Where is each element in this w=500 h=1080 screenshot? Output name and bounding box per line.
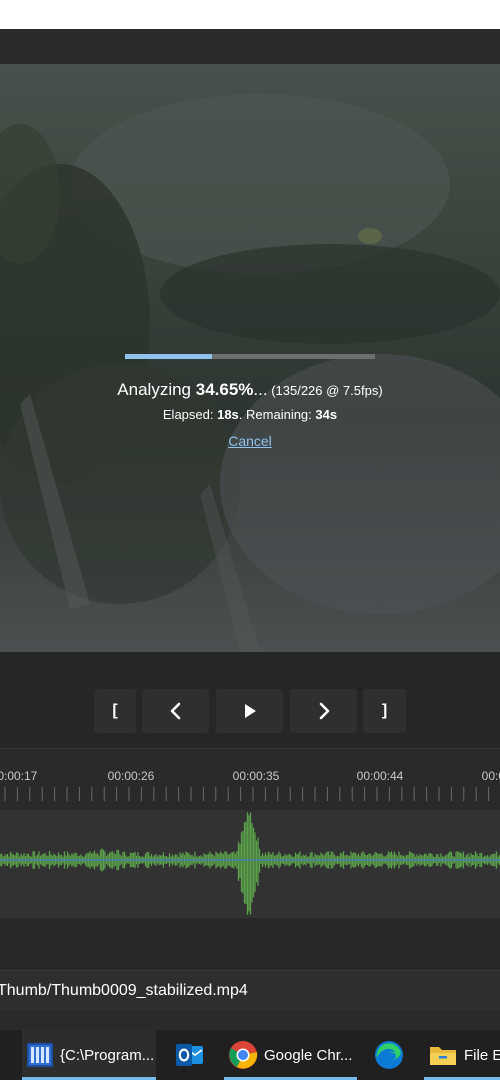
folder-icon (430, 1047, 456, 1065)
video-preview[interactable]: Analyzing 34.65%... (135/226 @ 7.5fps) E… (0, 64, 500, 652)
play-button[interactable] (216, 689, 283, 733)
timeline-label: 00:00:44 (356, 769, 404, 783)
mark-in-button[interactable]: [ (94, 689, 136, 733)
taskbar-item-edge[interactable] (370, 1030, 410, 1080)
timeline-label: 00:00:35 (232, 769, 280, 783)
track-spacer (0, 918, 500, 970)
taskbar-item-outlook[interactable] (170, 1030, 210, 1080)
app-window: Analyzing 34.65%... (135/226 @ 7.5fps) E… (0, 0, 500, 1080)
outlook-icon (176, 1044, 203, 1066)
analysis-progress-fill (125, 354, 212, 359)
elapsed-label: Elapsed: (162, 407, 218, 422)
taskbar-item-label: Google Chr... (264, 1046, 353, 1064)
audio-waveform[interactable] (0, 810, 500, 918)
remaining-value: 34s (315, 407, 338, 422)
browser-top-strip (0, 0, 500, 29)
timeline-ticks (4, 787, 490, 801)
cancel-link-row: Cancel (0, 433, 500, 449)
elapsed-value: 18s (217, 407, 239, 422)
taskbar-item-chrome[interactable]: Google Chr... (224, 1030, 357, 1080)
mark-in-label: [ (112, 702, 118, 719)
cancel-link[interactable]: Cancel (228, 433, 272, 449)
chevron-left-icon (170, 702, 180, 720)
chrome-icon (229, 1041, 258, 1069)
timeline-ruler[interactable]: 00:00:17 00:00:26 00:00:35 00:00:44 00:0… (0, 748, 500, 810)
analysis-progress-bar (125, 354, 375, 359)
terminal-icon (27, 1043, 53, 1067)
chevron-right-icon (319, 702, 329, 720)
mark-out-button[interactable]: ] (363, 689, 406, 733)
playback-controls: [ ] (0, 652, 500, 748)
analysis-percent: 34.65% (195, 380, 254, 399)
status-spacer (0, 1010, 500, 1030)
play-icon (244, 704, 256, 718)
file-path-bar: Thumb/Thumb0009_stabilized.mp4 (0, 970, 500, 1010)
analysis-time-status: Elapsed: 18s. Remaining: 34s (0, 407, 500, 422)
waveform-graphic (0, 812, 500, 915)
taskbar-item-file-explorer[interactable]: File Ex (424, 1030, 500, 1080)
next-frame-button[interactable] (290, 689, 357, 733)
taskbar-item-label: {C:\Program... (60, 1046, 155, 1064)
analysis-ellipsis: ... (253, 380, 268, 399)
analysis-frames: (135/226 @ 7.5fps) (267, 383, 383, 398)
analysis-prefix: Analyzing (117, 380, 196, 399)
mark-out-label: ] (381, 702, 388, 719)
edge-icon (375, 1041, 403, 1069)
taskbar-edge-item[interactable] (0, 1030, 4, 1080)
taskbar-item-label: File Ex (464, 1046, 500, 1064)
previous-frame-button[interactable] (142, 689, 209, 733)
analysis-status: Analyzing 34.65%... (135/226 @ 7.5fps) (0, 380, 500, 400)
taskbar-item-terminal[interactable]: {C:\Program... (22, 1030, 156, 1080)
timeline-label: 00:00:17 (0, 769, 38, 783)
app-header-bar (0, 29, 500, 64)
file-path: Thumb/Thumb0009_stabilized.mp4 (0, 982, 248, 999)
remaining-label: . Remaining: (238, 407, 316, 422)
taskbar: {C:\Program... Google Chr... File E (0, 1030, 500, 1080)
timeline-label: 00:00:53 (481, 769, 500, 783)
timeline-label: 00:00:26 (107, 769, 155, 783)
